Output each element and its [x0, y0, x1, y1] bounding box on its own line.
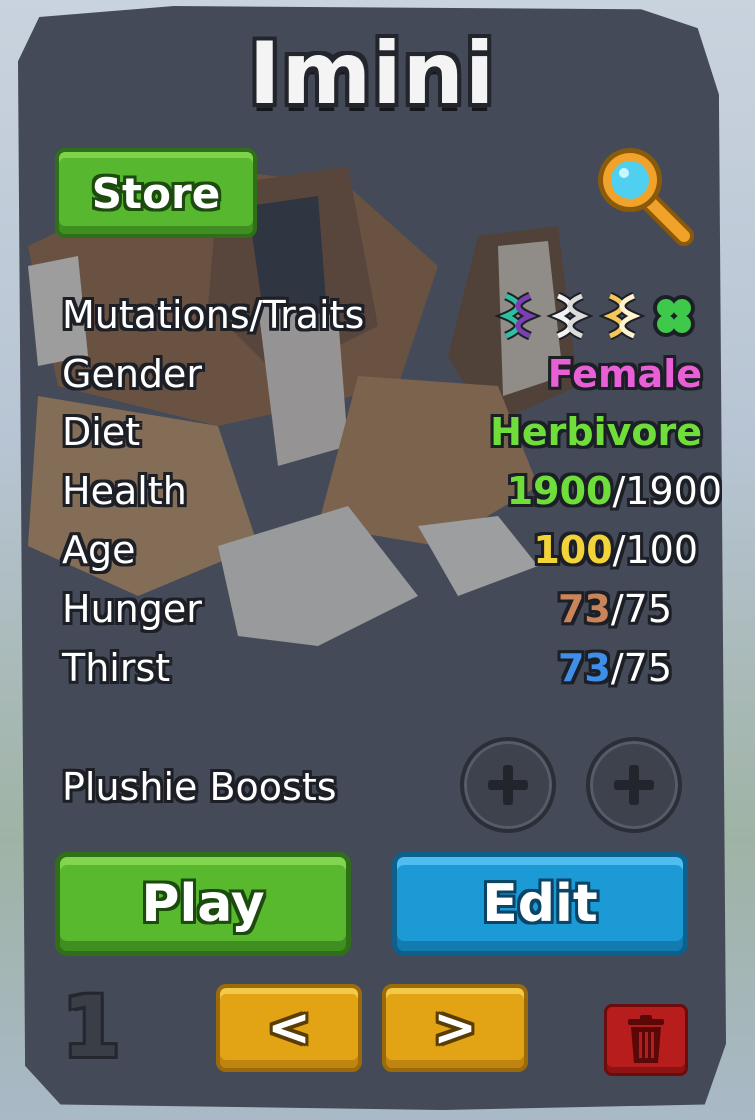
stat-value-age: 100/100 [533, 521, 698, 579]
plushie-slot-1-button[interactable] [460, 737, 556, 833]
stat-label-diet: Diet [62, 410, 141, 454]
stat-value-thirst: 73/75 [558, 639, 672, 697]
slot-number: 1 [62, 978, 121, 1076]
dna-mutation-icon[interactable] [494, 291, 542, 341]
dna-gold-icon[interactable] [598, 291, 646, 341]
stat-value-diet: Herbivore [490, 410, 702, 454]
hunger-current: 73 [557, 587, 611, 631]
store-button[interactable]: Store [55, 148, 257, 238]
dna-white-icon[interactable] [546, 291, 594, 341]
stat-value-hunger: 73/75 [558, 580, 672, 638]
store-button-label: Store [91, 168, 221, 218]
next-button-label: > [433, 998, 477, 1058]
stat-row-health: Health 1900/1900 [62, 462, 722, 520]
stat-label-hunger: Hunger [62, 587, 202, 631]
stat-row-hunger: Hunger 73/75 [62, 580, 702, 638]
age-current: 100 [533, 528, 613, 572]
edit-button[interactable]: Edit [392, 852, 688, 956]
creature-name: Imini [248, 24, 496, 124]
stat-label-gender: Gender [62, 352, 203, 396]
plushie-slot-2-button[interactable] [586, 737, 682, 833]
thirst-current: 73 [557, 646, 611, 690]
play-button[interactable]: Play [55, 852, 351, 956]
delete-button[interactable] [604, 1004, 688, 1076]
stat-row-gender: Gender Female [62, 345, 702, 403]
stat-row-diet: Diet Herbivore [62, 403, 702, 461]
thirst-max: /75 [610, 646, 672, 690]
stat-label-health: Health [62, 469, 187, 513]
health-current: 1900 [506, 469, 613, 513]
plus-icon [488, 765, 528, 805]
stat-label-age: Age [62, 528, 136, 572]
stat-value-gender: Female [547, 352, 702, 396]
plus-icon [614, 765, 654, 805]
hunger-max: /75 [610, 587, 672, 631]
creature-card: Imini Store Mutations/Traits Gender Fema… [18, 6, 726, 1110]
stat-value-health: 1900/1900 [507, 462, 722, 520]
search-icon[interactable] [588, 140, 698, 250]
next-button[interactable]: > [382, 984, 528, 1072]
plushie-boosts-label: Plushie Boosts [62, 765, 337, 809]
edit-button-label: Edit [482, 874, 598, 934]
trash-icon [628, 1015, 664, 1063]
trait-icons [494, 291, 698, 341]
age-max: /100 [612, 528, 698, 572]
play-button-label: Play [141, 874, 265, 934]
stat-row-age: Age 100/100 [62, 521, 702, 579]
clover-icon[interactable] [650, 292, 698, 340]
health-max: /1900 [612, 469, 722, 513]
stat-row-mutations: Mutations/Traits [62, 286, 702, 344]
prev-button[interactable]: < [216, 984, 362, 1072]
stat-row-thirst: Thirst 73/75 [62, 639, 702, 697]
stat-label-mutations: Mutations/Traits [62, 293, 365, 337]
stat-label-thirst: Thirst [62, 646, 171, 690]
prev-button-label: < [267, 998, 311, 1058]
